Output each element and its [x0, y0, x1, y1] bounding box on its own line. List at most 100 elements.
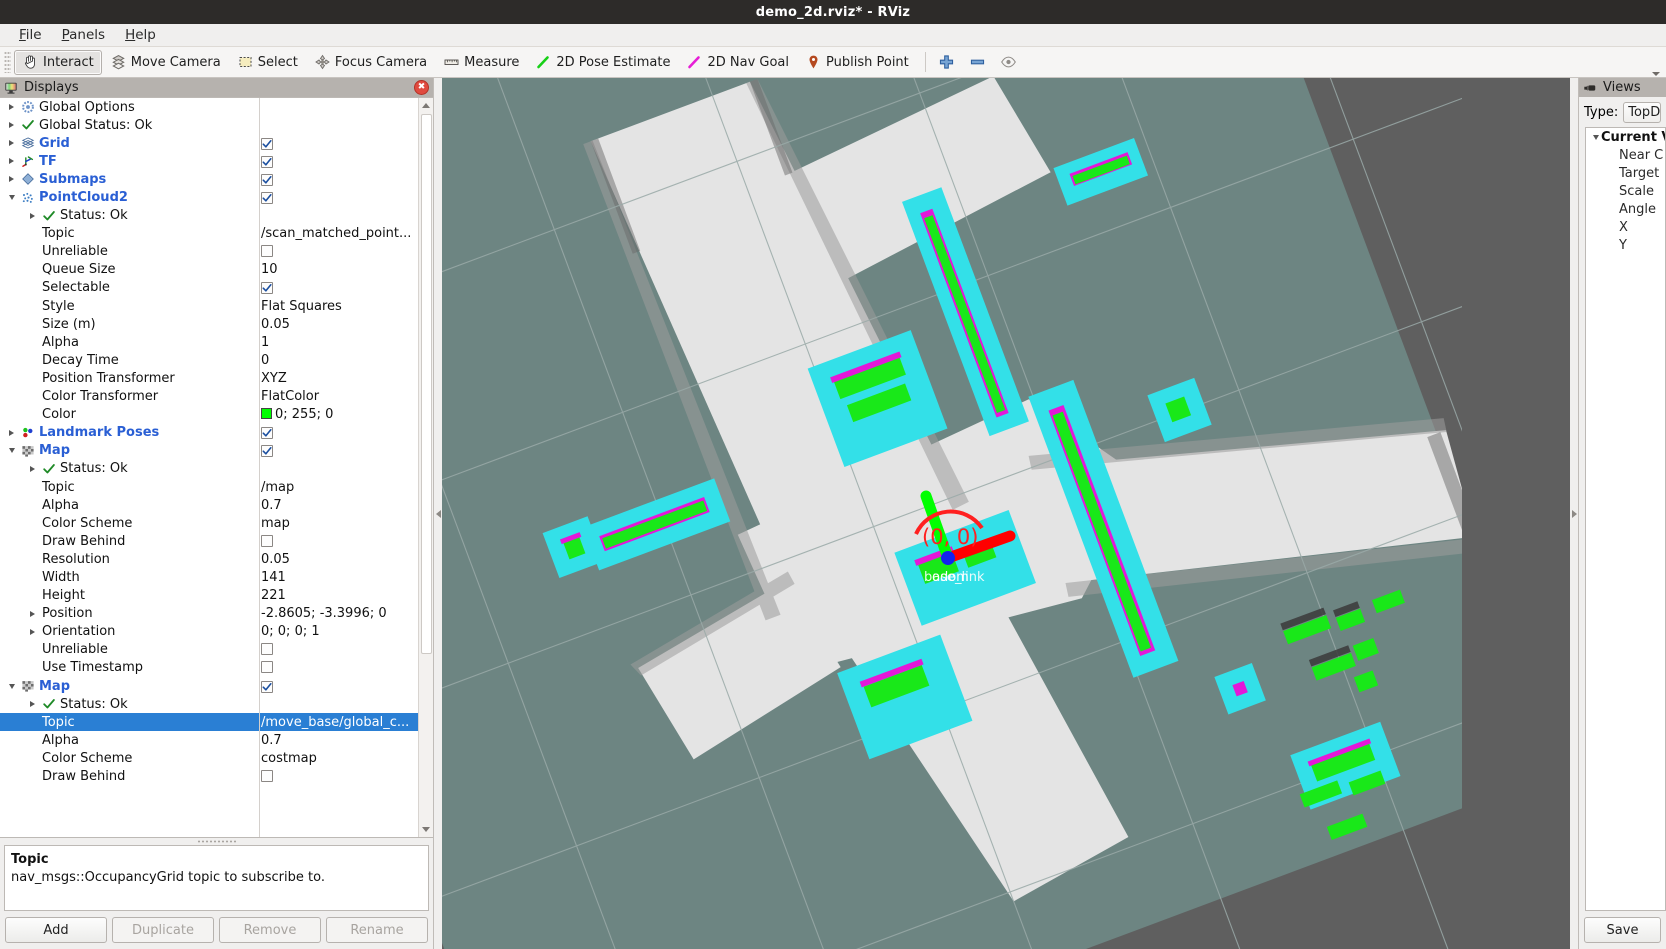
display-row[interactable]: Color Scheme costmap — [0, 749, 418, 767]
displays-splitter[interactable] — [0, 838, 433, 845]
checkbox-checked[interactable] — [261, 427, 273, 440]
expand-arrow-collapsed[interactable] — [27, 699, 38, 710]
scrollbar-thumb[interactable] — [421, 114, 432, 654]
display-row[interactable]: Status: Ok — [0, 695, 418, 713]
tool-2d-pose-estimate[interactable]: 2D Pose Estimate — [527, 50, 678, 75]
displays-scrollbar[interactable] — [418, 98, 433, 837]
display-row[interactable]: Color Transformer FlatColor — [0, 388, 418, 406]
tool-measure[interactable]: Measure — [435, 50, 527, 75]
display-row[interactable]: Status: Ok — [0, 207, 418, 225]
display-row-value[interactable] — [259, 425, 418, 440]
left-view-splitter[interactable] — [434, 78, 442, 949]
display-row[interactable]: Alpha 0.7 — [0, 731, 418, 749]
display-row[interactable]: Width 141 — [0, 568, 418, 586]
display-row[interactable]: Decay Time 0 — [0, 351, 418, 369]
expand-arrow-collapsed[interactable] — [6, 427, 17, 438]
display-row-value[interactable] — [259, 280, 418, 295]
checkbox-unchecked[interactable] — [261, 643, 273, 656]
display-row[interactable]: Position -2.8605; -3.3996; 0 — [0, 605, 418, 623]
display-row-value[interactable]: 0; 0; 0; 1 — [259, 624, 418, 639]
displays-tree[interactable]: Global Options Global Status: Ok Grid TF Sub… — [0, 98, 418, 837]
expand-arrow-expanded[interactable] — [6, 192, 17, 203]
view-property-row[interactable]: Y — [1586, 237, 1665, 255]
display-row-value[interactable]: -2.8605; -3.3996; 0 — [259, 606, 418, 621]
rename-button[interactable]: Rename — [326, 917, 428, 943]
scroll-up-icon[interactable] — [418, 98, 433, 113]
display-row-value[interactable]: 0.05 — [259, 317, 418, 332]
display-row-value[interactable] — [259, 244, 418, 259]
expand-arrow-collapsed[interactable] — [6, 174, 17, 185]
display-row-value[interactable]: 1 — [259, 335, 418, 350]
display-row-value[interactable]: 0; 255; 0 — [259, 407, 418, 422]
expand-arrow-expanded[interactable] — [6, 681, 17, 692]
duplicate-button[interactable]: Duplicate — [112, 917, 214, 943]
display-row[interactable]: Global Status: Ok — [0, 116, 418, 134]
remove-button[interactable]: Remove — [219, 917, 321, 943]
tool-focus-camera[interactable]: Focus Camera — [306, 50, 435, 75]
display-row[interactable]: Alpha 0.7 — [0, 496, 418, 514]
expand-arrow-collapsed[interactable] — [27, 210, 38, 221]
color-swatch[interactable] — [261, 408, 272, 420]
checkbox-unchecked[interactable] — [261, 534, 273, 547]
checkbox-checked[interactable] — [261, 680, 273, 693]
display-row[interactable]: Selectable — [0, 279, 418, 297]
view-property-row[interactable]: Near C — [1586, 146, 1665, 164]
display-row[interactable]: Unreliable — [0, 243, 418, 261]
menu-panels[interactable]: Panels — [52, 25, 115, 45]
display-row[interactable]: Landmark Poses — [0, 424, 418, 442]
tool-interact[interactable]: Interact — [14, 49, 102, 75]
display-row[interactable]: Status: Ok — [0, 460, 418, 478]
display-row[interactable]: Global Options — [0, 98, 418, 116]
minus-icon[interactable] — [969, 53, 986, 71]
display-row-value[interactable] — [259, 190, 418, 205]
display-row-value[interactable] — [259, 769, 418, 784]
display-row[interactable]: Size (m) 0.05 — [0, 315, 418, 333]
expand-arrow-expanded[interactable] — [1590, 132, 1601, 143]
display-row[interactable]: Submaps — [0, 170, 418, 188]
display-row[interactable]: Height 221 — [0, 587, 418, 605]
display-row-value[interactable] — [259, 679, 418, 694]
display-row-value[interactable]: 10 — [259, 262, 418, 277]
view-property-row[interactable]: Current V — [1586, 128, 1665, 146]
display-row[interactable]: PointCloud2 — [0, 188, 418, 206]
view-property-row[interactable]: X — [1586, 218, 1665, 236]
display-row-value[interactable] — [259, 136, 418, 151]
display-row[interactable]: Color 0; 255; 0 — [0, 406, 418, 424]
display-row-value[interactable]: 0.7 — [259, 498, 418, 513]
checkbox-checked[interactable] — [261, 137, 273, 150]
display-row-value[interactable] — [259, 642, 418, 657]
display-row[interactable]: Resolution 0.05 — [0, 550, 418, 568]
expand-arrow-collapsed[interactable] — [6, 138, 17, 149]
checkbox-checked[interactable] — [261, 282, 273, 295]
display-row-value[interactable]: /scan_matched_point... — [259, 226, 418, 241]
display-row-value[interactable] — [259, 443, 418, 458]
display-row-value[interactable]: Flat Squares — [259, 299, 418, 314]
display-row-value[interactable]: costmap — [259, 751, 418, 766]
menu-help[interactable]: Help — [115, 25, 166, 45]
toolbar-grip[interactable] — [4, 51, 11, 73]
checkbox-checked[interactable] — [261, 192, 273, 205]
views-properties-tree[interactable]: Current V Near C Target Scale Angle X Y — [1585, 127, 1666, 911]
display-row[interactable]: Map — [0, 677, 418, 695]
display-row[interactable]: Grid — [0, 134, 418, 152]
display-row[interactable]: Alpha 1 — [0, 333, 418, 351]
tool-publish-point[interactable]: Publish Point — [797, 50, 917, 75]
display-row[interactable]: Queue Size 10 — [0, 261, 418, 279]
display-row[interactable]: Use Timestamp — [0, 659, 418, 677]
checkbox-unchecked[interactable] — [261, 245, 273, 258]
display-row-value[interactable]: 221 — [259, 588, 418, 603]
display-row-value[interactable] — [259, 660, 418, 675]
scroll-down-icon[interactable] — [418, 822, 433, 837]
display-row[interactable]: Style Flat Squares — [0, 297, 418, 315]
checkbox-checked[interactable] — [261, 445, 273, 458]
view-property-row[interactable]: Angle — [1586, 200, 1665, 218]
plus-icon[interactable] — [938, 53, 955, 71]
display-row[interactable]: Draw Behind — [0, 532, 418, 550]
display-row-value[interactable]: FlatColor — [259, 389, 418, 404]
display-row-value[interactable]: XYZ — [259, 371, 418, 386]
expand-arrow-collapsed[interactable] — [27, 626, 38, 637]
tool-move-camera[interactable]: Move Camera — [102, 50, 229, 75]
checkbox-checked[interactable] — [261, 173, 273, 186]
add-button[interactable]: Add — [5, 917, 107, 943]
display-row-value[interactable] — [259, 154, 418, 169]
